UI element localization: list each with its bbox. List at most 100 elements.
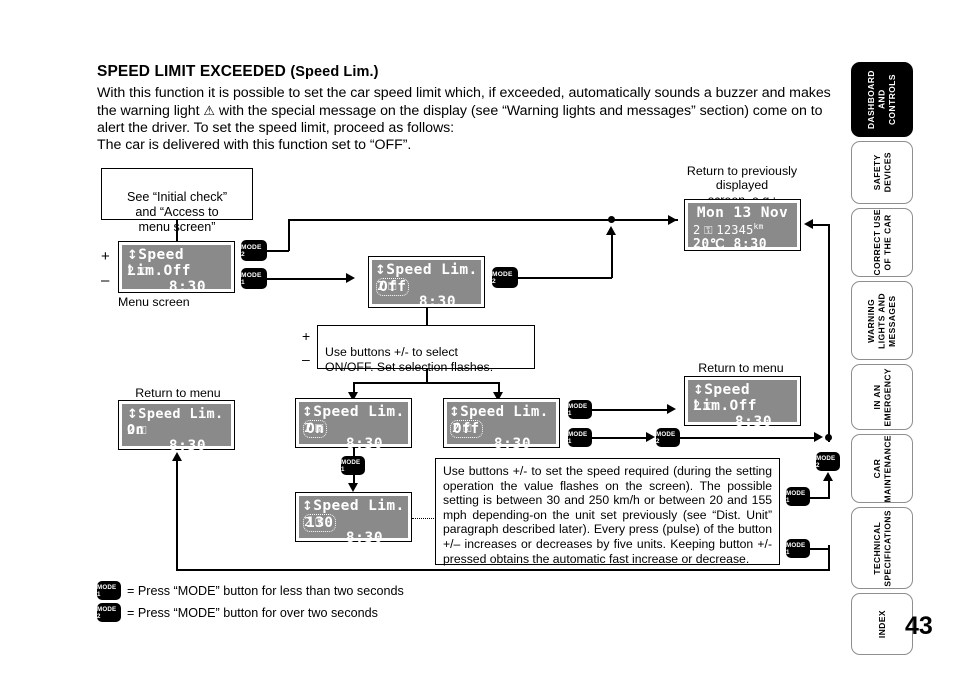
intro-line-1: With this function it is possible to set… [97, 85, 786, 101]
key-icon: ⚿ [134, 265, 147, 278]
mode-badge-label: MODE 1 [568, 402, 588, 417]
tab-warning-lights-and-messages[interactable]: WARNING LIGHTS AND MESSAGES [851, 281, 913, 360]
key-icon: ⚿ [700, 400, 713, 413]
lcd-clock-text: 8:30 [345, 530, 384, 546]
note-speed-setting-text: Use buttons +/- to set the speed require… [443, 464, 772, 566]
mode1-badge-legend: MODE 1 [97, 581, 121, 600]
mode-badge-label: MODE 1 [568, 430, 588, 445]
lcd-line-2: 2 ⚿ [122, 264, 231, 279]
lcd-speed-value-screen: ↕Speed Lim.130 2 ⚿ 8:30 [295, 492, 412, 546]
tab-dashboard-and-controls[interactable]: DASHBOARD AND CONTROLS [851, 62, 913, 137]
mode1-button-to-result-off[interactable]: MODE 1 [568, 400, 592, 419]
tab-correct-use-of-the-car[interactable]: CORRECT USE OF THE CAR [851, 208, 913, 277]
mode-badge-label: MODE 2 [656, 430, 676, 445]
lcd-result-off-screen: ↕Speed Lim.Off 2 ⚿ 8:30 [684, 376, 801, 430]
connector [828, 224, 830, 442]
key-icon: ⚿ [459, 422, 472, 435]
lcd-label: Speed Lim. [313, 498, 405, 514]
lcd-clock-text: 8:30 [493, 436, 532, 452]
tab-in-an-emergency[interactable]: IN AN EMERGENCY [851, 364, 913, 430]
tab-index[interactable]: INDEX [851, 593, 913, 655]
plus-label: + [101, 248, 110, 265]
arrowhead [348, 483, 358, 492]
mode-badge-label: MODE 2 [97, 605, 117, 620]
mode-badge-label: MODE 1 [97, 583, 117, 598]
caption-menu-screen: Menu screen [118, 295, 190, 309]
lcd-flash-off-screen: ↕Speed Lim.Off 2 ⚿ 8:30 [443, 398, 560, 452]
plus-label: + [302, 328, 311, 344]
connector [288, 220, 290, 251]
intro-line-4: The car is delivered with this function … [97, 137, 412, 154]
tab-label: SAFETY DEVICES [871, 152, 893, 193]
lcd-odometer: 12345 [716, 223, 754, 237]
key-icon: ⚿ [700, 224, 717, 237]
connector [828, 478, 830, 498]
connector [288, 219, 678, 221]
legend-text: = Press “MODE” button for less than two … [127, 584, 404, 598]
tab-label: CAR MAINTENANCE [871, 434, 893, 503]
mode-badge-label: MODE 1 [786, 541, 806, 556]
legend-item-mode2: MODE 2 = Press “MODE” button for over tw… [97, 603, 517, 623]
lcd-clock-screen: Mon 13 Nov 2 ⚿ 12345km 20℃ 8:30 [684, 199, 801, 252]
tab-label: CORRECT USE OF THE CAR [871, 209, 893, 276]
manual-page: SPEED LIMIT EXCEEDED (Speed Lim.) With t… [0, 0, 954, 698]
lcd-odometer-unit: km [753, 222, 764, 231]
tab-car-maintenance[interactable]: CAR MAINTENANCE [851, 434, 913, 503]
note-select-onoff: Use buttons +/- to select ON/OFF. Set se… [317, 325, 535, 374]
lcd-clock-text: 8:30 [733, 237, 768, 252]
key-icon: ⚿ [134, 424, 147, 437]
connector [592, 409, 668, 411]
lcd-clock-text: 8:30 [168, 279, 207, 295]
mode-badge-label: MODE 2 [241, 243, 262, 258]
page-title: SPEED LIMIT EXCEEDED (Speed Lim.) [97, 63, 837, 81]
updown-arrow-icon: ↕ [693, 383, 705, 398]
lcd-line-2: 2 ⚿ [122, 423, 231, 438]
minus-label: – [101, 272, 110, 289]
mode1-button-right-lower[interactable]: MODE 1 [786, 539, 810, 558]
connector [426, 369, 428, 383]
lcd-line-3: 8:30 [447, 436, 556, 452]
mode-badge-label: MODE 2 [816, 454, 836, 469]
tab-technical-specifications[interactable]: TECHNICAL SPECIFICATIONS [851, 507, 913, 589]
lcd-edit-off-screen: ↕Speed Lim.Off 2 ⚿ 8:30 [368, 256, 485, 310]
connector [592, 437, 648, 439]
note-select-onoff-text: Use buttons +/- to select ON/OFF. Set se… [325, 345, 494, 374]
connector [680, 437, 816, 439]
key-icon: ⚿ [311, 516, 324, 529]
legend-text: = Press “MODE” button for over two secon… [127, 606, 378, 620]
updown-arrow-icon: ↕ [127, 248, 139, 263]
connector [353, 382, 499, 384]
tab-safety-devices[interactable]: SAFETY DEVICES [851, 141, 913, 204]
connector-dotted [412, 518, 436, 519]
lcd-date-text: Mon 13 Nov [696, 205, 789, 221]
lcd-line-2: 2 ⚿ [372, 279, 481, 294]
mode2-badge-legend: MODE 2 [97, 603, 121, 622]
updown-arrow-icon: ↕ [127, 407, 139, 422]
lcd-clock-text: 8:30 [345, 436, 384, 452]
mode2-button-row[interactable]: MODE 2 [656, 428, 680, 447]
connector [176, 220, 178, 241]
mode2-button-right-bus[interactable]: MODE 2 [816, 452, 840, 471]
lcd-clock-text: 8:30 [418, 294, 457, 310]
connector [611, 232, 613, 278]
connector [353, 448, 355, 456]
updown-arrow-icon: ↕ [302, 499, 314, 514]
lcd-label: Speed Lim. [313, 404, 405, 420]
section-tabs: DASHBOARD AND CONTROLS SAFETY DEVICES CO… [851, 62, 915, 655]
mode1-button-right-upper[interactable]: MODE 1 [786, 487, 810, 506]
tab-label: TECHNICAL SPECIFICATIONS [871, 509, 893, 587]
lcd-flash-on-screen: ↕Speed Lim.On 2 ⚿ 8:30 [295, 398, 412, 452]
lcd-line-3: 8:30 [299, 530, 408, 546]
mode1-button-to-mode2-row[interactable]: MODE 1 [568, 428, 592, 447]
tab-label: DASHBOARD AND CONTROLS [866, 70, 898, 129]
mode2-button-from-menu[interactable]: MODE 2 [241, 240, 267, 261]
key-icon: ⚿ [384, 280, 397, 293]
mode1-button-to-speed-value[interactable]: MODE 1 [341, 456, 365, 475]
mode2-button-from-edit[interactable]: MODE 2 [492, 267, 518, 288]
connector [176, 569, 830, 571]
tab-label: WARNING LIGHTS AND MESSAGES [866, 292, 898, 349]
tab-label: IN AN EMERGENCY [871, 367, 893, 427]
lcd-result-on-screen: ↕Speed Lim. On 2 ⚿ 8:30 [118, 400, 235, 454]
note-initial-check: See “Initial check” and “Access to menu … [101, 168, 253, 234]
mode1-button-from-menu[interactable]: MODE 1 [241, 268, 267, 289]
